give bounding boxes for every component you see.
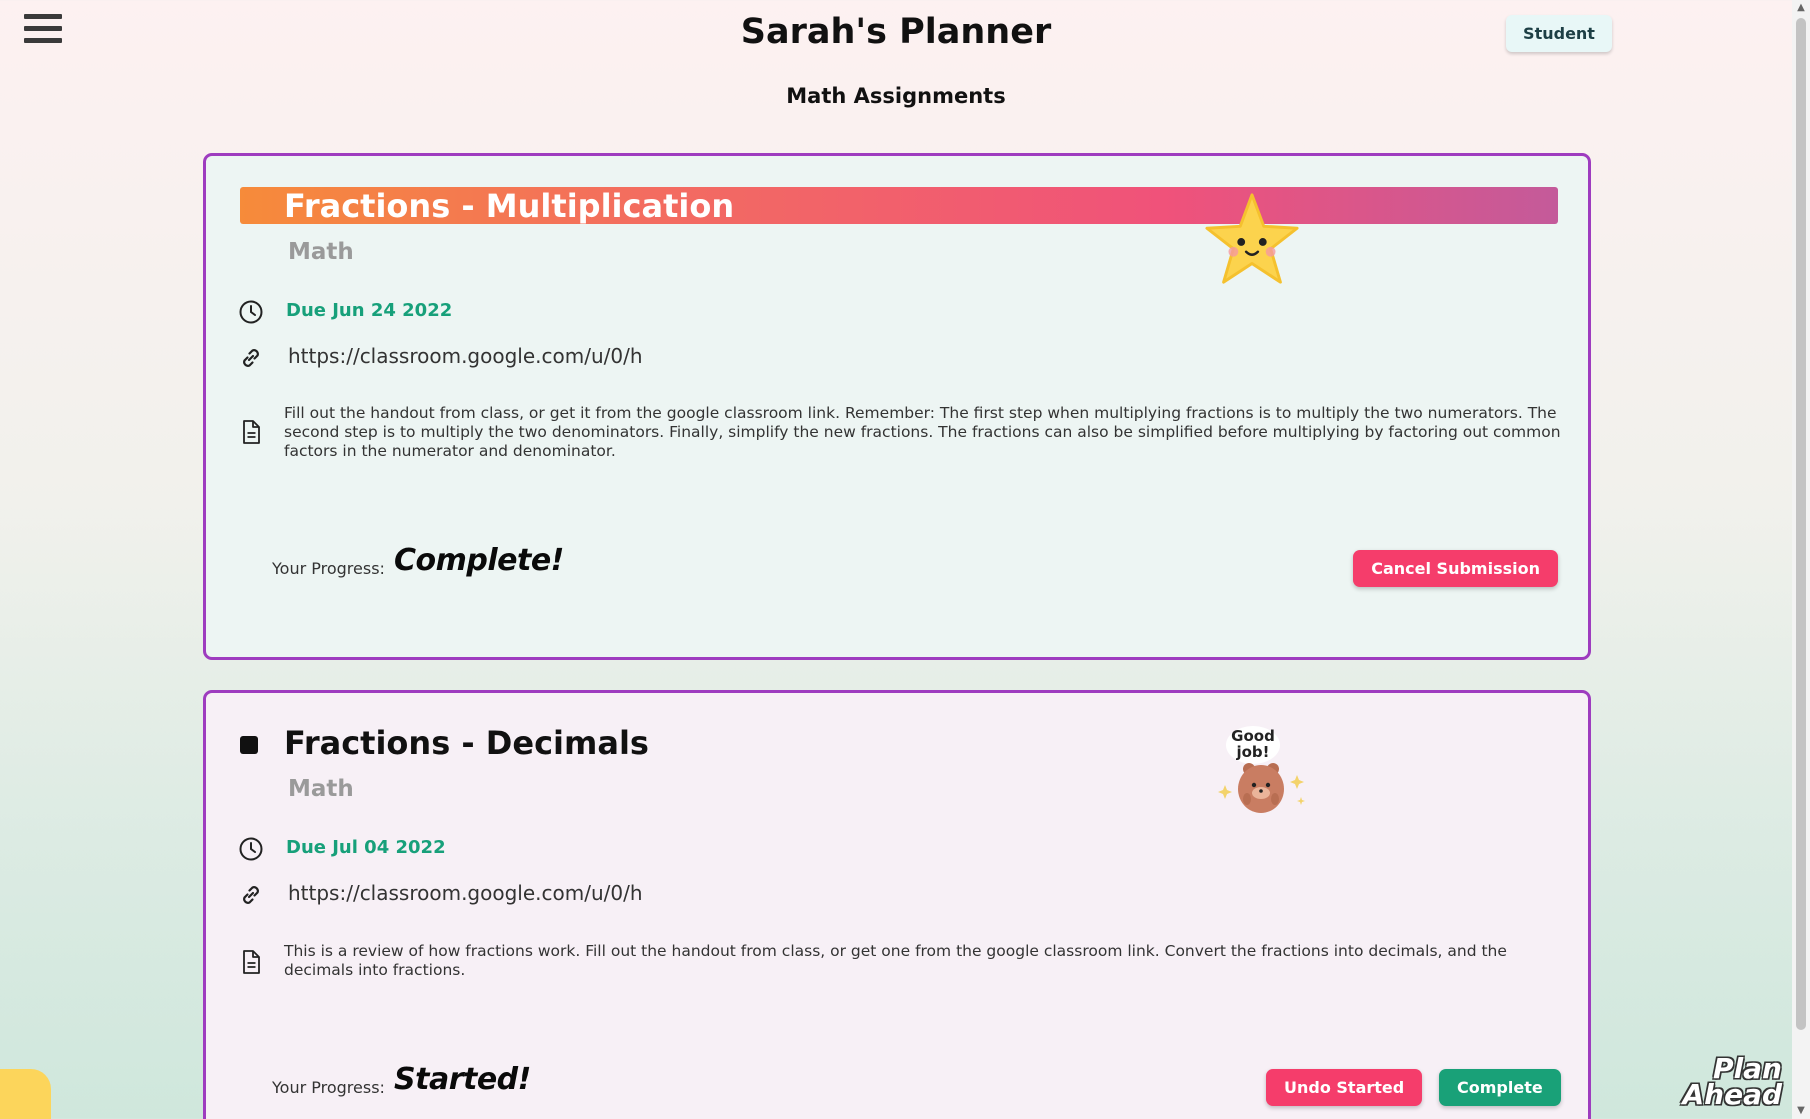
assignment-card: Fractions - Multiplication Math Due Jun …: [203, 153, 1591, 660]
progress-status: Started!: [394, 1062, 531, 1097]
assignment-description: Fill out the handout from class, or get …: [284, 404, 1561, 460]
clock-icon: [239, 837, 263, 861]
plan-ahead-logo: Plan Ahead: [1682, 1052, 1782, 1111]
assignment-card: Fractions - Decimals Math Good job! Due …: [203, 690, 1591, 1119]
progress-label: Your Progress:: [272, 1078, 385, 1097]
assignment-title: Fractions - Decimals: [284, 724, 649, 762]
assignment-subject: Math: [288, 776, 354, 802]
progress-status: Complete!: [394, 543, 564, 578]
undo-started-button[interactable]: Undo Started: [1266, 1069, 1423, 1106]
document-icon: [243, 950, 260, 974]
link-icon: [243, 349, 259, 367]
assignment-subject: Math: [288, 239, 354, 265]
due-date: Due Jun 24 2022: [286, 300, 453, 321]
scrollbar-thumb[interactable]: [1796, 18, 1806, 1030]
clock-icon: [239, 300, 263, 324]
section-title: Math Assignments: [786, 84, 1006, 108]
progress-label: Your Progress:: [272, 559, 385, 578]
assignment-title: Fractions - Multiplication: [284, 187, 735, 225]
assignment-link[interactable]: https://classroom.google.com/u/0/h: [288, 344, 643, 368]
help-tab[interactable]: [0, 1069, 51, 1119]
vertical-scrollbar[interactable]: ▲ ▼: [1792, 0, 1810, 1119]
assignment-description: This is a review of how fractions work. …: [284, 942, 1507, 979]
sticker-text-line2: job!: [1235, 743, 1269, 761]
star-sticker-icon: [1205, 193, 1299, 284]
link-icon: [243, 886, 259, 904]
assignment-checkbox[interactable]: [240, 736, 258, 754]
scroll-up-icon[interactable]: ▲: [1792, 0, 1810, 16]
due-date: Due Jul 04 2022: [286, 837, 446, 858]
cancel-submission-button[interactable]: Cancel Submission: [1353, 550, 1558, 587]
complete-button[interactable]: Complete: [1439, 1069, 1561, 1106]
assignment-link[interactable]: https://classroom.google.com/u/0/h: [288, 881, 643, 905]
document-icon: [243, 420, 260, 444]
bear-sticker-icon: Good job!: [1218, 726, 1305, 813]
role-button[interactable]: Student: [1506, 15, 1612, 52]
scroll-down-icon[interactable]: ▼: [1792, 1103, 1810, 1119]
